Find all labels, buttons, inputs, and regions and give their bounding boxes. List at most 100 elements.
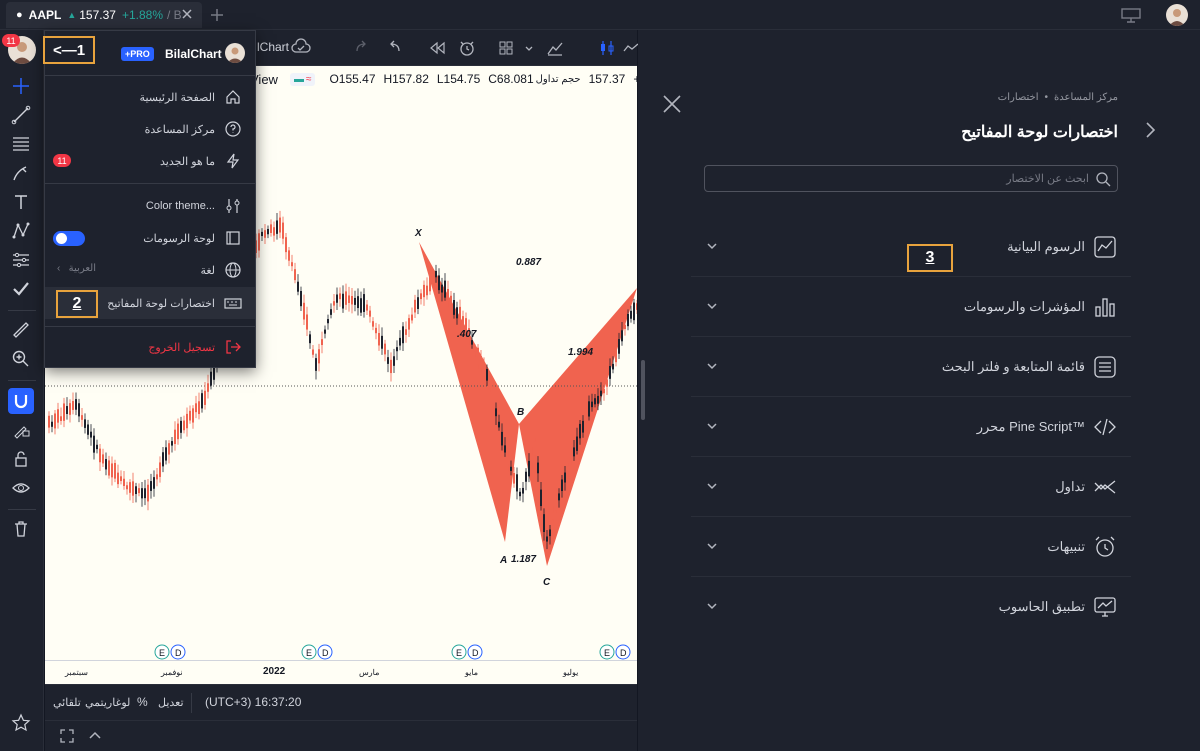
close-icon[interactable] xyxy=(660,92,684,116)
menu-item-whats-new[interactable]: 11 ما هو الجديد xyxy=(45,145,255,177)
fullscreen-icon[interactable] xyxy=(59,728,75,744)
candle-body xyxy=(279,217,281,233)
breadcrumb-home[interactable]: مركز المساعدة xyxy=(1054,92,1118,103)
candle-body xyxy=(399,337,401,346)
menu-item-label: اختصارات لوحة المفاتيح xyxy=(107,297,215,310)
line-chart-icon[interactable] xyxy=(623,40,639,56)
cloud-icon[interactable] xyxy=(291,38,311,56)
candle-body xyxy=(414,299,416,313)
checkmark-icon[interactable] xyxy=(8,276,34,302)
alert-add-icon[interactable] xyxy=(457,38,477,58)
menu-item-drawing-panel[interactable]: لوحة الرسومات xyxy=(45,222,255,254)
candle-body xyxy=(459,306,461,323)
symbol-tab[interactable]: ● AAPL ▲ 157.37 +1.88% / B xyxy=(6,2,202,28)
candle-body xyxy=(441,284,443,293)
star-icon[interactable] xyxy=(8,710,34,736)
event-marker-label: E xyxy=(306,648,312,658)
lightning-icon xyxy=(223,151,243,171)
section-desktop-app[interactable]: تطبيق الحاسوب xyxy=(691,577,1131,637)
avatar[interactable] xyxy=(1166,4,1188,26)
page-title: اختصارات لوحة المفاتيح xyxy=(961,124,1118,141)
section-label: تنبيهات xyxy=(1047,539,1085,554)
layout-icon[interactable] xyxy=(1120,6,1142,24)
new-tab-icon[interactable] xyxy=(208,6,226,24)
fib-icon[interactable] xyxy=(8,131,34,157)
panel-resize-handle[interactable] xyxy=(641,360,645,420)
candle-body xyxy=(75,399,77,410)
menu-item-label: Color theme... xyxy=(145,200,215,212)
clock-time[interactable]: (UTC+3) 16:37:20 xyxy=(205,695,301,709)
language-current: العربية xyxy=(68,263,97,274)
chevron-down-icon xyxy=(705,299,719,313)
menu-item-language[interactable]: ‹ العربية لغة xyxy=(45,254,255,286)
menu-item-home[interactable]: الصفحة الرئيسية xyxy=(45,81,255,113)
prediction-icon[interactable] xyxy=(8,247,34,273)
candle-body xyxy=(375,327,377,334)
candle-body xyxy=(528,460,530,477)
drawing-panel-toggle[interactable] xyxy=(53,231,85,246)
undo-icon[interactable] xyxy=(385,39,403,57)
search-input[interactable]: ابحث عن الاختصار xyxy=(704,165,1118,192)
replay-icon[interactable] xyxy=(428,39,446,57)
auto-scale-button[interactable]: تلقائي xyxy=(53,696,81,709)
annotation-box-2: 2 xyxy=(56,290,98,318)
ruler-icon[interactable] xyxy=(8,317,34,343)
section-pine-editor[interactable]: محرر Pine Script™ xyxy=(691,397,1131,457)
tab-close-icon[interactable] xyxy=(180,7,194,21)
eye-icon[interactable] xyxy=(8,475,34,501)
brush-icon[interactable] xyxy=(8,160,34,186)
candle-body xyxy=(483,361,485,377)
pattern-icon[interactable] xyxy=(8,218,34,244)
lock-drawing-icon[interactable] xyxy=(8,417,34,443)
percent-scale-button[interactable]: % xyxy=(137,695,148,709)
chevron-down-icon[interactable] xyxy=(523,42,535,54)
candle-body xyxy=(501,431,503,446)
candle-body xyxy=(330,309,332,315)
candle-body xyxy=(540,489,542,507)
lock-icon[interactable] xyxy=(8,446,34,472)
redo-icon[interactable] xyxy=(353,39,371,57)
candle-body xyxy=(420,293,422,300)
menu-item-color-theme[interactable]: Color theme... xyxy=(45,190,255,222)
section-trading[interactable]: تداول xyxy=(691,457,1131,517)
candle-body xyxy=(510,466,512,471)
text-icon[interactable] xyxy=(8,189,34,215)
candle-body xyxy=(78,403,80,417)
harmonic-pattern[interactable] xyxy=(519,288,637,566)
candle-body xyxy=(144,488,146,499)
section-indicators[interactable]: المؤشرات والرسومات xyxy=(691,277,1131,337)
crosshair-icon[interactable] xyxy=(8,73,34,99)
menu-item-help[interactable]: مركز المساعدة xyxy=(45,113,255,145)
candles-icon[interactable] xyxy=(597,38,617,58)
indicators-icon[interactable] xyxy=(545,38,565,58)
candle-body xyxy=(444,280,446,298)
chevron-down-icon xyxy=(705,539,719,553)
divider xyxy=(191,693,192,713)
layout-grid-icon[interactable] xyxy=(497,39,515,57)
adjust-button[interactable]: تعديل xyxy=(158,696,184,709)
legend-toggle-icon[interactable]: ▬ ≈ xyxy=(289,72,316,86)
keyboard-icon xyxy=(223,293,243,313)
harmonic-pattern[interactable] xyxy=(419,242,519,542)
forward-icon[interactable] xyxy=(1140,120,1160,140)
section-alerts[interactable]: تنبيهات xyxy=(691,517,1131,577)
candle-body xyxy=(393,356,395,366)
log-scale-button[interactable]: لوغاريتمي xyxy=(85,696,130,709)
candle-body xyxy=(147,484,149,502)
trash-icon[interactable] xyxy=(8,516,34,542)
candle-body xyxy=(378,333,380,346)
avatar[interactable] xyxy=(225,43,245,63)
trend-line-icon[interactable] xyxy=(8,102,34,128)
candle-body xyxy=(129,482,131,493)
zoom-icon[interactable] xyxy=(8,346,34,372)
magnet-icon[interactable] xyxy=(8,388,34,414)
section-watchlist[interactable]: قائمة المتابعة و فلتر البحث xyxy=(691,337,1131,397)
menu-item-logout[interactable]: تسجيل الخروج xyxy=(45,331,255,363)
chevron-up-icon[interactable] xyxy=(87,728,103,744)
menu-item-label: لوحة الرسومات xyxy=(143,232,215,245)
candle-body xyxy=(351,296,353,305)
time-label: يوليو xyxy=(563,668,579,677)
candle-body xyxy=(426,285,428,296)
breadcrumb: مركز المساعدة • اختصارات xyxy=(998,92,1118,103)
layout-name[interactable]: lChart xyxy=(257,40,289,54)
